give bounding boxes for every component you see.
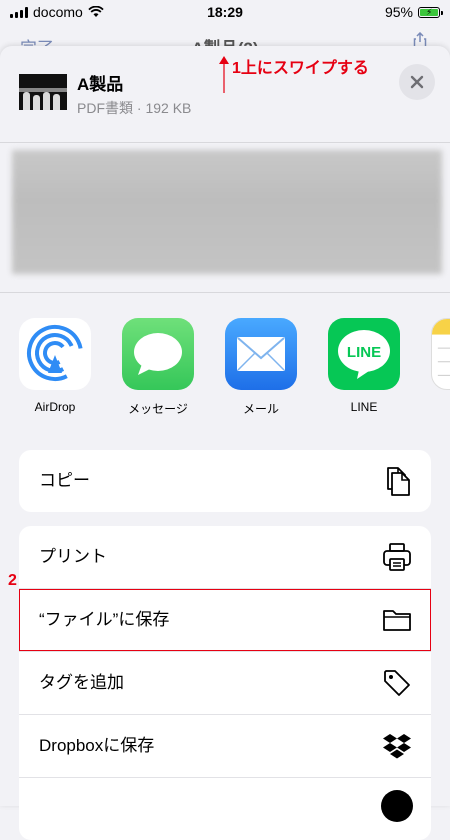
close-icon <box>410 75 424 89</box>
app-notes[interactable] <box>422 318 450 390</box>
copy-icon <box>387 467 410 496</box>
document-title: A製品 <box>77 75 124 94</box>
document-subtitle: PDF書類 · 192 KB <box>77 100 192 116</box>
close-button[interactable] <box>399 64 435 100</box>
mail-icon <box>225 318 297 390</box>
app-icon <box>381 790 413 822</box>
printer-icon <box>383 543 411 571</box>
battery-percent: 95% <box>384 4 413 20</box>
action-next[interactable] <box>19 778 431 840</box>
share-sheet: A製品 PDF書類 · 192 KB AirDrop メッセージ メール LIN… <box>0 46 450 840</box>
document-thumbnail <box>19 74 67 110</box>
app-messages[interactable]: メッセージ <box>113 318 203 417</box>
app-airdrop[interactable]: AirDrop <box>10 318 100 414</box>
status-time: 18:29 <box>207 4 243 20</box>
app-mail[interactable]: メール <box>216 318 306 417</box>
action-print[interactable]: プリント <box>19 526 431 589</box>
action-save-dropbox[interactable]: Dropboxに保存 <box>19 715 431 778</box>
airdrop-icon <box>19 318 91 390</box>
annotation-step1: 1上にスワイプする <box>232 60 369 77</box>
blurred-preview <box>12 150 442 274</box>
app-label: メッセージ <box>128 402 188 416</box>
action-copy[interactable]: コピー <box>19 450 431 512</box>
highlight-box <box>19 589 431 651</box>
action-label: Dropboxに保存 <box>39 736 155 755</box>
section-divider <box>0 292 450 293</box>
status-bar: docomo 18:29 95% ⚡ <box>0 0 450 24</box>
action-group-main: プリント “ファイル”に保存 タグを追加 Dropboxに保存 <box>19 526 431 840</box>
annotation-step2: 2 <box>8 572 17 589</box>
svg-text:LINE: LINE <box>347 344 381 361</box>
app-line[interactable]: LINE LINE <box>319 318 409 414</box>
action-label: プリント <box>39 547 107 566</box>
action-add-tag[interactable]: タグを追加 <box>19 652 431 715</box>
dropbox-icon <box>383 734 411 759</box>
arrow-head-icon <box>219 56 229 64</box>
app-label: LINE <box>350 400 378 414</box>
action-group-copy: コピー <box>19 450 431 512</box>
app-share-row[interactable]: AirDrop メッセージ メール LINE LINE <box>0 318 450 428</box>
messages-icon <box>122 318 194 390</box>
action-label: タグを追加 <box>39 673 124 692</box>
action-label: コピー <box>39 471 90 490</box>
battery-icon: ⚡ <box>418 6 443 18</box>
line-icon: LINE <box>328 318 400 390</box>
app-label: AirDrop <box>34 400 76 414</box>
status-right: 95% ⚡ <box>384 4 443 20</box>
swipe-arrow-annotation <box>223 63 225 93</box>
app-label: メール <box>242 402 279 416</box>
notes-icon <box>431 318 450 390</box>
tag-icon <box>384 670 410 696</box>
